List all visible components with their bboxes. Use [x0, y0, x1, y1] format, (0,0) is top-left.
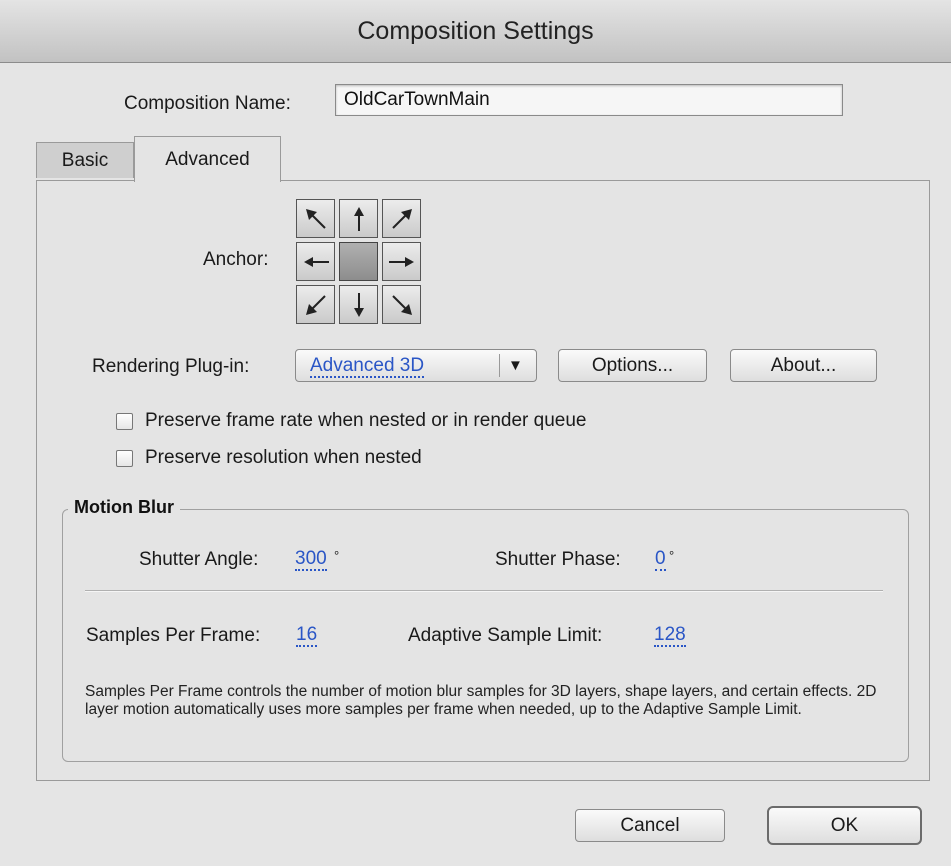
samples-per-frame-value[interactable]: 16	[296, 625, 318, 647]
anchor-top-left-button[interactable]	[296, 199, 335, 238]
arrow-down-icon	[353, 292, 364, 317]
arrow-up-right-icon	[391, 208, 412, 229]
anchor-grid	[296, 199, 423, 324]
preserve-resolution-label: Preserve resolution when nested	[145, 447, 422, 468]
anchor-bottom-button[interactable]	[339, 285, 378, 324]
window-title: Composition Settings	[0, 0, 951, 63]
shutter-phase-label: Shutter Phase:	[495, 549, 621, 570]
about-button[interactable]: About...	[730, 349, 877, 382]
arrow-left-icon	[303, 256, 329, 267]
arrow-up-left-icon	[305, 208, 326, 229]
dropdown-arrow-icon: ▼	[508, 357, 523, 374]
rendering-plugin-select[interactable]: Advanced 3D ▼	[295, 349, 537, 382]
rendering-plugin-value: Advanced 3D	[310, 355, 425, 378]
rendering-plugin-label: Rendering Plug-in:	[92, 356, 250, 377]
options-button[interactable]: Options...	[558, 349, 707, 382]
shutter-angle-degree: °	[334, 548, 340, 563]
anchor-right-button[interactable]	[382, 242, 421, 281]
tab-basic[interactable]: Basic	[36, 142, 134, 178]
cancel-button[interactable]: Cancel	[575, 809, 725, 842]
anchor-top-right-button[interactable]	[382, 199, 421, 238]
composition-name-input[interactable]	[335, 84, 843, 116]
shutter-angle-value[interactable]: 300	[295, 549, 327, 571]
composition-name-label: Composition Name:	[124, 93, 291, 114]
arrow-down-right-icon	[391, 294, 412, 315]
anchor-label: Anchor:	[203, 249, 269, 270]
anchor-bottom-left-button[interactable]	[296, 285, 335, 324]
preserve-frame-rate-checkbox[interactable]	[116, 412, 133, 430]
shutter-phase-value[interactable]: 0	[655, 549, 666, 571]
adaptive-sample-limit-label: Adaptive Sample Limit:	[408, 625, 603, 646]
motion-blur-title: Motion Blur	[68, 497, 180, 518]
anchor-bottom-right-button[interactable]	[382, 285, 421, 324]
arrow-down-left-icon	[305, 294, 326, 315]
preserve-resolution-option[interactable]: Preserve resolution when nested	[116, 447, 422, 469]
preserve-frame-rate-option[interactable]: Preserve frame rate when nested or in re…	[116, 410, 586, 432]
anchor-center-button[interactable]	[339, 242, 378, 281]
adaptive-sample-limit-value[interactable]: 128	[654, 625, 686, 647]
anchor-top-button[interactable]	[339, 199, 378, 238]
motion-blur-description: Samples Per Frame controls the number of…	[85, 683, 877, 718]
preserve-resolution-checkbox[interactable]	[116, 449, 133, 467]
preserve-frame-rate-label: Preserve frame rate when nested or in re…	[145, 410, 587, 431]
select-divider	[499, 354, 500, 377]
shutter-phase-degree: °	[669, 548, 675, 563]
samples-per-frame-label: Samples Per Frame:	[86, 625, 261, 646]
ok-button[interactable]: OK	[767, 806, 922, 845]
arrow-right-icon	[388, 256, 414, 267]
tab-advanced[interactable]: Advanced	[134, 136, 281, 182]
motion-blur-divider	[85, 590, 883, 592]
shutter-angle-label: Shutter Angle:	[139, 549, 259, 570]
arrow-up-icon	[353, 206, 364, 231]
anchor-left-button[interactable]	[296, 242, 335, 281]
